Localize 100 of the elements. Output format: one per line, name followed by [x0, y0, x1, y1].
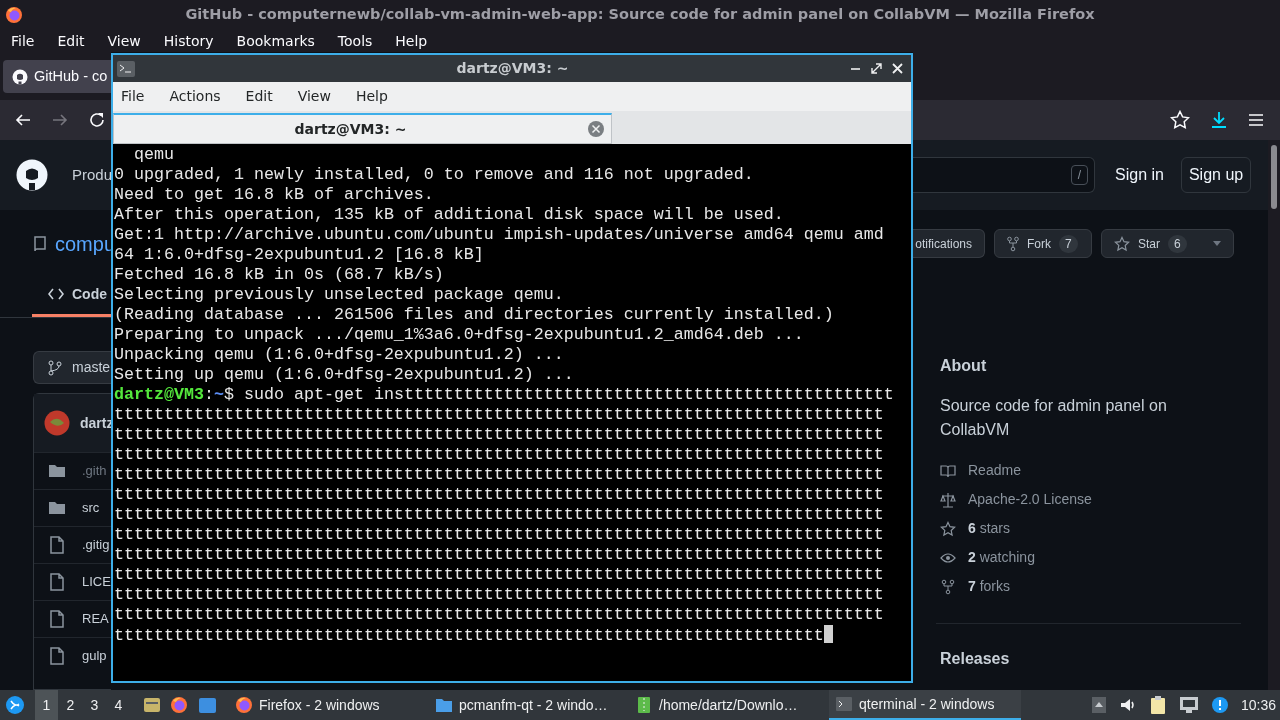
scrollbar-thumb[interactable]: [1271, 145, 1277, 209]
about-link[interactable]: 7 forks: [968, 576, 1011, 597]
terminal-line: ttttttttttttttttttttttttttttttttttttttttttttttttttttttttttttttttttttttttttttt: [114, 525, 885, 545]
taskbar-button[interactable]: Firefox - 2 windows: [229, 690, 421, 720]
file-icon: [48, 536, 66, 554]
file-link[interactable]: gulp: [82, 646, 107, 666]
taskbar-button[interactable]: pcmanfm-qt - 2 windo…: [429, 690, 621, 720]
window-title: GitHub - computernewb/collab-vm-admin-web-app: Source code for admin panel on CollabVM — Mozilla Firefox: [185, 5, 1095, 25]
firefox-icon: [235, 696, 253, 714]
menu-item[interactable]: Help: [355, 86, 388, 107]
file-icon: [48, 573, 66, 591]
terminal-line: ttttttttttttttttttttttttttttttttttttttttttttttttttttttttttttttttttttttttttttt: [114, 465, 885, 485]
commit-author[interactable]: dartz: [80, 412, 114, 434]
about-link[interactable]: Readme: [968, 460, 1021, 481]
terminal-line: 64 1:6.0+dfsg-2expubuntu1.2 [16.8 kB]: [114, 245, 485, 265]
terminal-line: Setting up qemu (1:6.0+dfsg-2expubuntu1.2) ...: [114, 365, 575, 385]
start-menu-icon[interactable]: [5, 695, 25, 715]
bookmark-star-icon[interactable]: [1170, 110, 1190, 130]
file-link[interactable]: .gitig: [82, 535, 110, 555]
notifications-button[interactable]: otifications: [913, 229, 985, 258]
about-link[interactable]: 6 stars: [968, 518, 1011, 539]
file-link[interactable]: LICE: [82, 572, 111, 592]
menu-item[interactable]: File: [11, 30, 47, 52]
terminal-line: ttttttttttttttttttttttttttttttttttttttttttttttttttttttttttttttttttttttttttttt: [114, 545, 885, 565]
maximize-icon[interactable]: [871, 63, 882, 74]
terminal-icon[interactable]: [117, 60, 135, 77]
network-icon[interactable]: [1178, 696, 1199, 714]
shortcut-key: /: [1070, 165, 1088, 185]
taskbar-button[interactable]: /home/dartz/Downlo…: [629, 690, 821, 720]
repo-description: Source code for admin panel on CollabVM: [940, 396, 1168, 440]
terminal-line: Need to get 16.8 kB of archives.: [114, 185, 435, 205]
terminal-line: ttttttttttttttttttttttttttttttttttttttttttttttttttttttttttttttttttttttttttttt: [114, 405, 885, 425]
menu-item[interactable]: Edit: [57, 30, 97, 52]
reload-icon[interactable]: [88, 111, 106, 129]
taskbar-button[interactable]: qterminal - 2 windows: [829, 690, 1021, 720]
caret-icon[interactable]: [1213, 241, 1221, 246]
firefox-icon[interactable]: [170, 695, 189, 715]
file-link[interactable]: src: [82, 498, 100, 518]
section-heading: Releases: [940, 649, 1011, 669]
terminal-line: ttttttttttttttttttttttttttttttttttttttttttttttttttttttttttttttttttttttttttttt: [114, 425, 885, 445]
sign-in-link[interactable]: Sign in: [1115, 163, 1164, 187]
desktop-button[interactable]: 1: [35, 690, 58, 720]
repo-icon: [33, 236, 47, 252]
nav-link[interactable]: Produ: [72, 163, 113, 187]
terminal-line: Preparing to unpack .../qemu_1%3a6.0+dfsg-2expubuntu1.2_amd64.deb ...: [114, 325, 805, 345]
terminal-line: (Reading database ... 261506 files and directories currently installed.): [114, 305, 835, 325]
firefox-icon[interactable]: [5, 6, 23, 24]
menu-item[interactable]: View: [297, 86, 331, 107]
menu-item[interactable]: Edit: [245, 86, 273, 107]
file-manager-icon[interactable]: [143, 696, 161, 714]
code-icon: [48, 287, 64, 301]
desktop-button[interactable]: 2: [59, 690, 82, 720]
close-icon[interactable]: [892, 63, 903, 74]
star-button[interactable]: Star 6: [1101, 229, 1234, 258]
terminal-line: ttttttttttttttttttttttttttttttttttttttttttttttttttttttttttttttttttttttttttttt: [114, 565, 885, 585]
menu-item[interactable]: File: [121, 86, 145, 107]
file-icon: [48, 610, 66, 628]
terminal-icon: [835, 695, 853, 713]
browser-tab[interactable]: GitHub - co: [3, 60, 111, 93]
sign-up-button[interactable]: Sign up: [1180, 157, 1252, 193]
desktop-button[interactable]: 3: [83, 690, 106, 720]
github-logo-icon[interactable]: [16, 159, 48, 191]
window-icon[interactable]: [198, 696, 217, 714]
github-icon: [12, 68, 28, 85]
terminal-line: qemu: [133, 145, 175, 165]
menu-item[interactable]: Tools: [337, 30, 385, 52]
fork-button[interactable]: Fork 7: [994, 229, 1092, 258]
info-icon[interactable]: [1210, 696, 1229, 714]
window-title: dartz@VM3: ~: [455, 59, 570, 78]
about-link[interactable]: Apache-2.0 License: [968, 489, 1092, 510]
speaker-icon[interactable]: [1118, 696, 1137, 714]
desktop-button[interactable]: 4: [107, 690, 130, 720]
file-icon: [48, 647, 66, 665]
section-heading: About: [940, 356, 988, 376]
file-link[interactable]: .gith: [82, 461, 107, 481]
branch-button[interactable]: maste: [33, 351, 111, 384]
terminal-line: 0 upgraded, 1 newly installed, 0 to remove and 116 not upgraded.: [114, 165, 755, 185]
terminal-line: ttttttttttttttttttttttttttttttttttttttttttttttttttttttttttttttttttttttttttttt: [114, 505, 885, 525]
menu-item[interactable]: History: [163, 30, 226, 52]
clock: 10:36: [1240, 695, 1276, 715]
menu-item[interactable]: View: [107, 30, 153, 52]
archive-icon: [635, 696, 653, 714]
folder-icon: [435, 696, 453, 714]
menu-item[interactable]: Bookmarks: [236, 30, 327, 52]
search-field[interactable]: /: [913, 157, 1095, 193]
star-icon: [1114, 235, 1130, 252]
book-icon: [940, 462, 956, 479]
arrow-up-icon[interactable]: [1090, 696, 1107, 714]
clipboard-icon[interactable]: [1148, 695, 1167, 715]
menu-item[interactable]: Help: [395, 30, 440, 52]
file-link[interactable]: REA: [82, 609, 109, 629]
terminal-line: ttttttttttttttttttttttttttttttttttttttttttttttttttttttttttttttttttttttttttttt: [114, 445, 885, 465]
terminal-line: ttttttttttttttttttttttttttttttttttttttttttttttttttttttttttttttttttttttttttttt: [114, 585, 885, 605]
menu-item[interactable]: Actions: [169, 86, 221, 107]
avatar-icon[interactable]: [44, 410, 70, 436]
terminal-line: Fetched 16.8 kB in 0s (68.7 kB/s): [114, 265, 445, 285]
terminal-line: ttttttttttttttttttttttttttttttttttttttttttttttttttttttttttttttttttttttttttttt: [114, 605, 885, 625]
about-link[interactable]: 2 watching: [968, 547, 1035, 568]
scale-icon: [940, 491, 956, 508]
download-icon[interactable]: [1209, 110, 1229, 130]
